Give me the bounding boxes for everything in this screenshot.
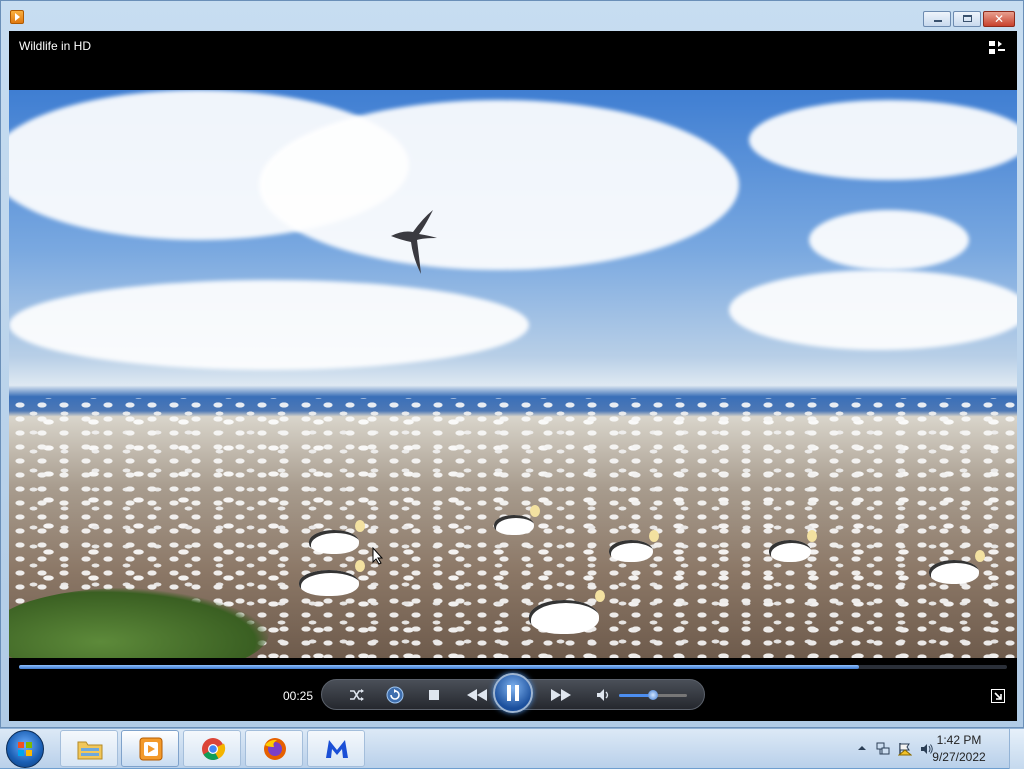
network-icon[interactable] <box>876 742 890 756</box>
window-buttons: ✕ <box>921 11 1015 27</box>
shuffle-icon <box>350 688 364 701</box>
gannet <box>299 560 365 596</box>
gannet <box>929 550 985 584</box>
playback-controls: 00:25 <box>9 658 1017 721</box>
video-title: Wildlife in HD <box>19 39 92 53</box>
show-hidden-icons-icon[interactable] <box>858 744 866 752</box>
flying-bird <box>391 210 437 274</box>
system-tray: 1:42 PM 9/27/2022 <box>844 729 1024 769</box>
seek-bar-progress <box>19 665 859 669</box>
start-button[interactable] <box>6 730 44 768</box>
title-bar[interactable]: ✕ <box>1 1 1023 31</box>
clock-date[interactable]: 9/27/2022 <box>924 750 994 764</box>
pause-icon <box>507 685 511 701</box>
taskbar-malwarebytes[interactable] <box>307 730 365 767</box>
chrome-icon <box>202 738 226 760</box>
mute-button[interactable] <box>592 680 616 709</box>
firefox-icon <box>264 738 286 760</box>
gannet <box>609 530 659 562</box>
action-center-flag-icon[interactable] <box>898 742 912 756</box>
close-button[interactable]: ✕ <box>983 11 1015 27</box>
maximize-icon <box>963 15 972 22</box>
taskbar: 1:42 PM 9/27/2022 <box>0 728 1024 769</box>
minimize-icon <box>934 20 942 22</box>
media-player-window: ✕ Wildlife in HD 00:25 <box>0 0 1024 728</box>
taskbar-firefox[interactable] <box>245 730 303 767</box>
taskbar-chrome[interactable] <box>183 730 241 767</box>
shuffle-button[interactable] <box>344 680 370 709</box>
video-frame[interactable] <box>9 90 1017 658</box>
next-button[interactable] <box>546 680 576 709</box>
media-player-icon <box>139 737 163 761</box>
clock-time[interactable]: 1:42 PM <box>924 733 994 747</box>
cloud <box>259 100 739 270</box>
cloud <box>9 280 529 370</box>
malwarebytes-icon <box>326 740 348 758</box>
media-player-icon[interactable] <box>10 10 24 24</box>
gannet <box>309 520 365 554</box>
fullscreen-icon[interactable] <box>991 689 1005 703</box>
taskbar-file-explorer[interactable] <box>60 730 118 767</box>
volume-slider-handle[interactable] <box>648 690 658 700</box>
seek-bar[interactable] <box>19 665 1007 669</box>
cloud <box>809 210 969 270</box>
previous-button[interactable] <box>462 680 492 709</box>
folder-icon <box>77 741 103 760</box>
stop-icon <box>429 689 439 700</box>
mouse-cursor-icon <box>372 547 384 565</box>
switch-to-library-icon[interactable] <box>989 41 1005 55</box>
show-desktop-button[interactable] <box>1009 729 1024 769</box>
fast-forward-icon <box>551 688 571 701</box>
cloud <box>729 270 1017 350</box>
taskbar-windows-media-player[interactable] <box>121 730 179 767</box>
gannet <box>494 505 540 535</box>
speaker-icon <box>597 688 609 701</box>
rewind-icon <box>467 688 487 701</box>
maximize-button[interactable] <box>953 11 981 27</box>
volume-slider[interactable] <box>619 690 687 700</box>
player-area: Wildlife in HD 00:25 <box>9 31 1017 721</box>
stop-button[interactable] <box>422 680 446 709</box>
close-icon: ✕ <box>993 12 1005 26</box>
cloud <box>749 100 1017 180</box>
minimize-button[interactable] <box>923 11 951 27</box>
elapsed-time: 00:25 <box>283 689 314 703</box>
repeat-icon <box>386 686 404 703</box>
repeat-button[interactable] <box>382 680 408 709</box>
gannet <box>769 530 817 562</box>
pause-button[interactable] <box>493 673 533 713</box>
gannet <box>529 590 605 634</box>
